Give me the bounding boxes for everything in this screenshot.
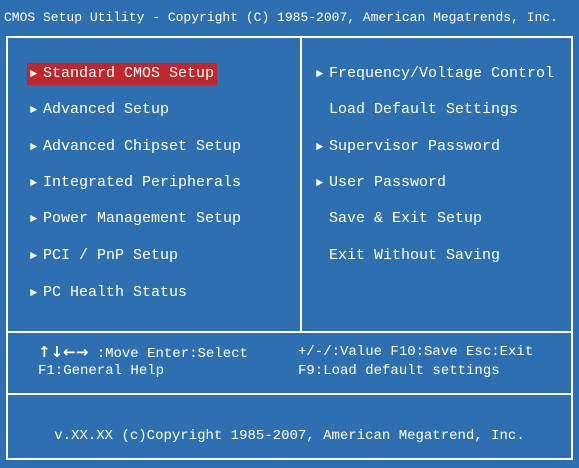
arrow-right-icon: ► — [30, 67, 38, 81]
menu-item-label: User Password — [329, 174, 447, 191]
menu-item-pc-health-status[interactable]: ► PC Health Status — [27, 282, 190, 304]
menu-item-label: Standard CMOS Setup — [43, 65, 215, 82]
menu-item-label: PC Health Status — [43, 284, 188, 301]
menu-item-label: Save & Exit Setup — [329, 210, 483, 227]
menu-item-power-management-setup[interactable]: ► Power Management Setup — [27, 208, 244, 230]
arrow-right-icon: ► — [316, 67, 324, 81]
menu-item-standard-cmos-setup[interactable]: ► Standard CMOS Setup — [27, 63, 218, 85]
menu-item-label: Load Default Settings — [329, 101, 519, 118]
title-bar: CMOS Setup Utility - Copyright (C) 1985-… — [0, 0, 579, 36]
arrow-right-icon: ► — [316, 176, 324, 190]
arrow-right-icon: ► — [30, 249, 38, 263]
menu-item-integrated-peripherals[interactable]: ► Integrated Peripherals — [27, 172, 244, 194]
menu-item-user-password[interactable]: ► User Password — [313, 172, 449, 194]
column-divider — [300, 36, 302, 333]
arrow-right-icon: ► — [30, 286, 38, 300]
copyright-footer: v.XX.XX (c)Copyright 1985-2007, American… — [54, 428, 525, 444]
menu-item-label: Integrated Peripherals — [43, 174, 242, 191]
help-divider — [6, 331, 573, 333]
menu-item-label: PCI / PnP Setup — [43, 247, 179, 264]
help-value-save-exit: +/-/:Value F10:Save Esc:Exit — [298, 344, 534, 360]
arrow-keys-icon: ↑↓←→ — [38, 343, 89, 361]
menu-item-save-exit-setup[interactable]: Save & Exit Setup — [313, 208, 485, 230]
menu-item-label: Exit Without Saving — [329, 247, 501, 264]
help-load-defaults: F9:Load default settings — [298, 363, 500, 379]
menu-item-supervisor-password[interactable]: ► Supervisor Password — [313, 136, 503, 158]
arrow-right-icon: ► — [30, 212, 38, 226]
help-move-select: ↑↓←→ :Move Enter:Select — [38, 343, 248, 363]
arrow-right-icon: ► — [316, 140, 324, 154]
help-general: F1:General Help — [38, 363, 165, 379]
menu-item-pci-pnp-setup[interactable]: ► PCI / PnP Setup — [27, 245, 181, 267]
footer-divider — [6, 393, 573, 395]
menu-item-label: Frequency/Voltage Control — [329, 65, 555, 82]
arrow-right-icon: ► — [30, 103, 38, 117]
menu-item-frequency-voltage-control[interactable]: ► Frequency/Voltage Control — [313, 63, 557, 85]
arrow-right-icon: ► — [30, 176, 38, 190]
menu-item-label: Power Management Setup — [43, 210, 242, 227]
bios-screen: CMOS Setup Utility - Copyright (C) 1985-… — [0, 0, 579, 468]
menu-item-exit-without-saving[interactable]: Exit Without Saving — [313, 245, 503, 267]
help-move-text: :Move Enter:Select — [96, 346, 248, 362]
menu-item-advanced-setup[interactable]: ► Advanced Setup — [27, 99, 172, 121]
menu-item-load-default-settings[interactable]: Load Default Settings — [313, 99, 521, 121]
menu-item-label: Advanced Chipset Setup — [43, 138, 242, 155]
menu-item-label: Advanced Setup — [43, 101, 170, 118]
menu-item-label: Supervisor Password — [329, 138, 501, 155]
menu-item-advanced-chipset-setup[interactable]: ► Advanced Chipset Setup — [27, 136, 244, 158]
arrow-right-icon: ► — [30, 140, 38, 154]
